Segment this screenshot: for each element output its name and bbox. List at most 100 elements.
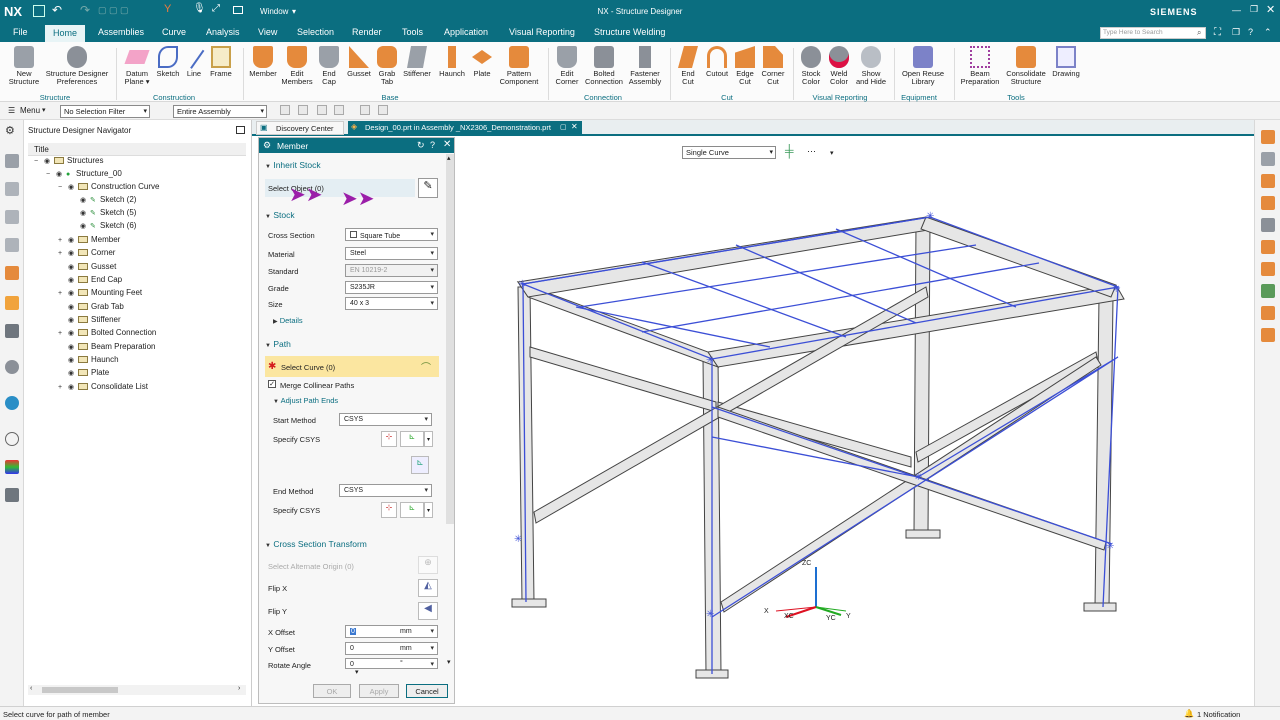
microphone-icon[interactable]: 🎙 [193, 3, 206, 14]
menu-structure-welding[interactable]: Structure Welding [594, 27, 665, 37]
reverse-csys-icon[interactable]: ⊾ [411, 456, 429, 474]
select-object-row[interactable]: Select Object (0) [265, 179, 415, 197]
dialog-header[interactable]: ⚙ Member ↻ ? ✕ [259, 138, 454, 153]
roles-icon[interactable] [5, 324, 19, 338]
haunch-button[interactable]: Haunch [436, 46, 468, 78]
visibility-eye-icon[interactable]: ◉ [80, 196, 90, 204]
minimize-icon[interactable]: — [1232, 5, 1241, 15]
beam-preparation-button[interactable]: Beam Preparation [958, 46, 1002, 86]
section-collapse-icon[interactable]: ▼ [265, 164, 271, 170]
member-button[interactable]: Member [248, 46, 278, 78]
structure-frame-model[interactable]: ✳ ✳ ✳ ✳ ✳ ✳ ✳ ✳ [456, 137, 1254, 706]
visibility-eye-icon[interactable]: ◉ [44, 157, 54, 165]
scroll-right-icon[interactable]: › [238, 685, 240, 692]
details-toggle[interactable]: ▶ Details [273, 316, 303, 325]
section-cross-section-transform[interactable]: ▼ Cross Section Transform [265, 539, 367, 549]
x-offset-value[interactable]: 0 [350, 628, 356, 635]
redo-icon[interactable]: ↷ [80, 3, 90, 17]
select-all-icon[interactable] [280, 105, 290, 115]
stiffener-shortcut-icon[interactable] [1261, 152, 1275, 166]
tree-node-beam-preparation[interactable]: ◉ Beam Preparation [58, 342, 155, 355]
menu-assemblies[interactable]: Assemblies [98, 27, 144, 37]
tree-node-grab-tab[interactable]: ◉ Grab Tab [58, 302, 124, 315]
visibility-eye-icon[interactable]: ◉ [68, 276, 78, 284]
rotate-angle-value[interactable]: 0 [350, 661, 354, 668]
start-method-dropdown[interactable]: CSYS [339, 413, 432, 426]
reset-icon[interactable]: ↻ [417, 140, 425, 151]
bolted-connection-button[interactable]: Bolted Connection [584, 46, 624, 86]
cross-section-dropdown[interactable]: Square Tube [345, 228, 438, 241]
end-cut-button[interactable]: End Cut [674, 46, 702, 86]
collapse-icon[interactable]: − [34, 158, 44, 165]
snap-point-icon[interactable] [334, 105, 344, 115]
web-browser-icon[interactable] [5, 360, 19, 374]
stiffener-button[interactable]: Stiffener [400, 46, 434, 78]
menu-render[interactable]: Render [352, 27, 382, 37]
tree-node-sketch-5[interactable]: ◉ ✎ Sketch (5) [80, 208, 136, 221]
part-navigator-icon[interactable] [5, 182, 19, 196]
menu-file[interactable]: File [13, 27, 28, 37]
top-rail[interactable] [517, 216, 935, 298]
settings-gear-icon[interactable]: ⚙ [5, 124, 19, 138]
system-materials-icon[interactable] [5, 460, 19, 474]
reuse-library-nav-icon[interactable] [5, 238, 19, 252]
eyedropper-icon[interactable]: ✎ [418, 178, 438, 198]
menu-application[interactable]: Application [444, 27, 488, 37]
restore-icon[interactable]: ❐ [1250, 4, 1258, 15]
tree-node-end-cap[interactable]: ◉ End Cap [58, 275, 122, 288]
menu-visual-reporting[interactable]: Visual Reporting [509, 27, 575, 37]
ok-button[interactable]: OK [313, 684, 351, 698]
edit-member-shortcut-icon[interactable] [1261, 284, 1275, 298]
hd3d-icon[interactable] [5, 296, 19, 310]
drawing-button[interactable]: Drawing [1050, 46, 1082, 78]
search-icon[interactable]: ⌕ [1197, 28, 1201, 38]
close-icon[interactable]: ✕ [1266, 3, 1275, 16]
globe-icon[interactable] [5, 396, 19, 410]
tree-node-plate[interactable]: ◉ Plate [58, 368, 109, 381]
flip-y-icon[interactable]: ◀ [418, 602, 438, 620]
search-input[interactable]: Type Here to Search ⌕ [1100, 27, 1206, 39]
section-collapse-icon[interactable]: ▼ [265, 543, 271, 549]
section-inherit-stock[interactable]: ▼ Inherit Stock [265, 160, 321, 170]
consolidate-structure-button[interactable]: Consolidate Structure [1003, 46, 1049, 86]
more-options-chevron-icon[interactable]: ▾ [355, 668, 359, 676]
corner-shortcut-icon[interactable] [1261, 196, 1275, 210]
graphics-viewport[interactable]: Single Curve ╪ ⋯ ▾ [456, 137, 1254, 706]
assembly-scope-dropdown[interactable]: Entire Assembly [173, 105, 267, 118]
help-icon[interactable]: ? [1248, 27, 1253, 37]
snap-icon[interactable] [317, 105, 327, 115]
visibility-eye-icon[interactable]: ◉ [68, 343, 78, 351]
tree-node-mounting-feet[interactable]: + ◉ Mounting Feet [58, 288, 142, 301]
flip-x-icon[interactable]: ◭ [418, 579, 438, 597]
undo-icon[interactable]: ↶ [52, 3, 62, 17]
visibility-eye-icon[interactable]: ◉ [68, 316, 78, 324]
dialog-help-icon[interactable]: ? [430, 140, 435, 150]
tab-close-icon[interactable]: ✕ [571, 122, 578, 131]
menu-selection[interactable]: Selection [297, 27, 334, 37]
menu-view[interactable]: View [258, 27, 277, 37]
stock-color-button[interactable]: Stock Color [797, 46, 825, 86]
visibility-eye-icon[interactable]: ◉ [68, 289, 78, 297]
cutout-button[interactable]: Cutout [703, 46, 731, 78]
edge-cut-button[interactable]: Edge Cut [733, 46, 757, 86]
notification-bell-icon[interactable]: 🔔 [1184, 709, 1194, 718]
y-offset-input[interactable]: 0 mm [345, 642, 438, 655]
expand-arrow-icon[interactable]: ▶ [273, 319, 278, 325]
section-path[interactable]: ▼ Path [265, 339, 291, 349]
visibility-eye-icon[interactable]: ◉ [68, 236, 78, 244]
gusset-shortcut-icon[interactable] [1261, 240, 1275, 254]
grab-tab-shortcut-icon[interactable] [1261, 306, 1275, 320]
menu-analysis[interactable]: Analysis [206, 27, 240, 37]
select-curve-row[interactable]: ✱ Select Curve (0) ⌒ [265, 356, 439, 377]
visibility-eye-icon[interactable]: ◉ [80, 222, 90, 230]
grade-dropdown[interactable]: S235JR [345, 281, 438, 294]
ribbon-collapse-icon[interactable]: ⌃ [1264, 27, 1272, 38]
weld-color-button[interactable]: Weld Color [826, 46, 852, 86]
mid-rail[interactable] [529, 346, 717, 413]
tab-design-part[interactable]: ◈ Design_00.prt in Assembly _NX2306_Demo… [348, 121, 582, 136]
tree-node-structures[interactable]: − ◉ Structures [34, 156, 103, 169]
apply-button[interactable]: Apply [359, 684, 399, 698]
tree-node-gusset[interactable]: ◉ Gusset [58, 262, 116, 275]
dialog-scroll-up-icon[interactable]: ▴ [447, 154, 451, 162]
haunch-shortcut-icon[interactable] [1261, 262, 1275, 276]
